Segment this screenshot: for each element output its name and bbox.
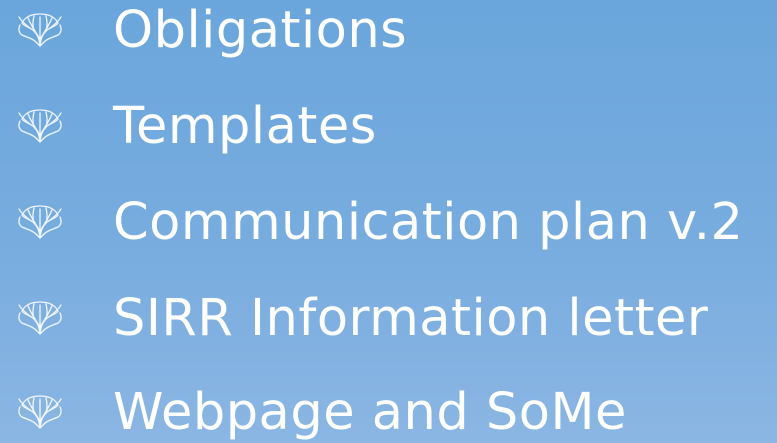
coral-icon xyxy=(16,109,64,143)
coral-icon xyxy=(16,301,64,335)
list-item-obligations: Obligations xyxy=(0,0,777,66)
list-item-label: Webpage and SoMe xyxy=(113,382,627,442)
list-item-label: Communication plan v.2 xyxy=(113,192,744,252)
list-item-webpage-and-some: Webpage and SoMe xyxy=(0,376,777,443)
list-item-label: Templates xyxy=(113,96,377,156)
coral-icon xyxy=(16,13,64,47)
list-item-templates: Templates xyxy=(0,90,777,162)
coral-icon xyxy=(16,205,64,239)
coral-icon xyxy=(16,395,64,429)
list-item-label: SIRR Information letter xyxy=(113,288,709,348)
list-item-communication-plan: Communication plan v.2 xyxy=(0,186,777,258)
slide: Obligations Templates Communication plan… xyxy=(0,0,777,443)
list-item-sirr-information-letter: SIRR Information letter xyxy=(0,282,777,354)
list-item-label: Obligations xyxy=(113,0,408,60)
